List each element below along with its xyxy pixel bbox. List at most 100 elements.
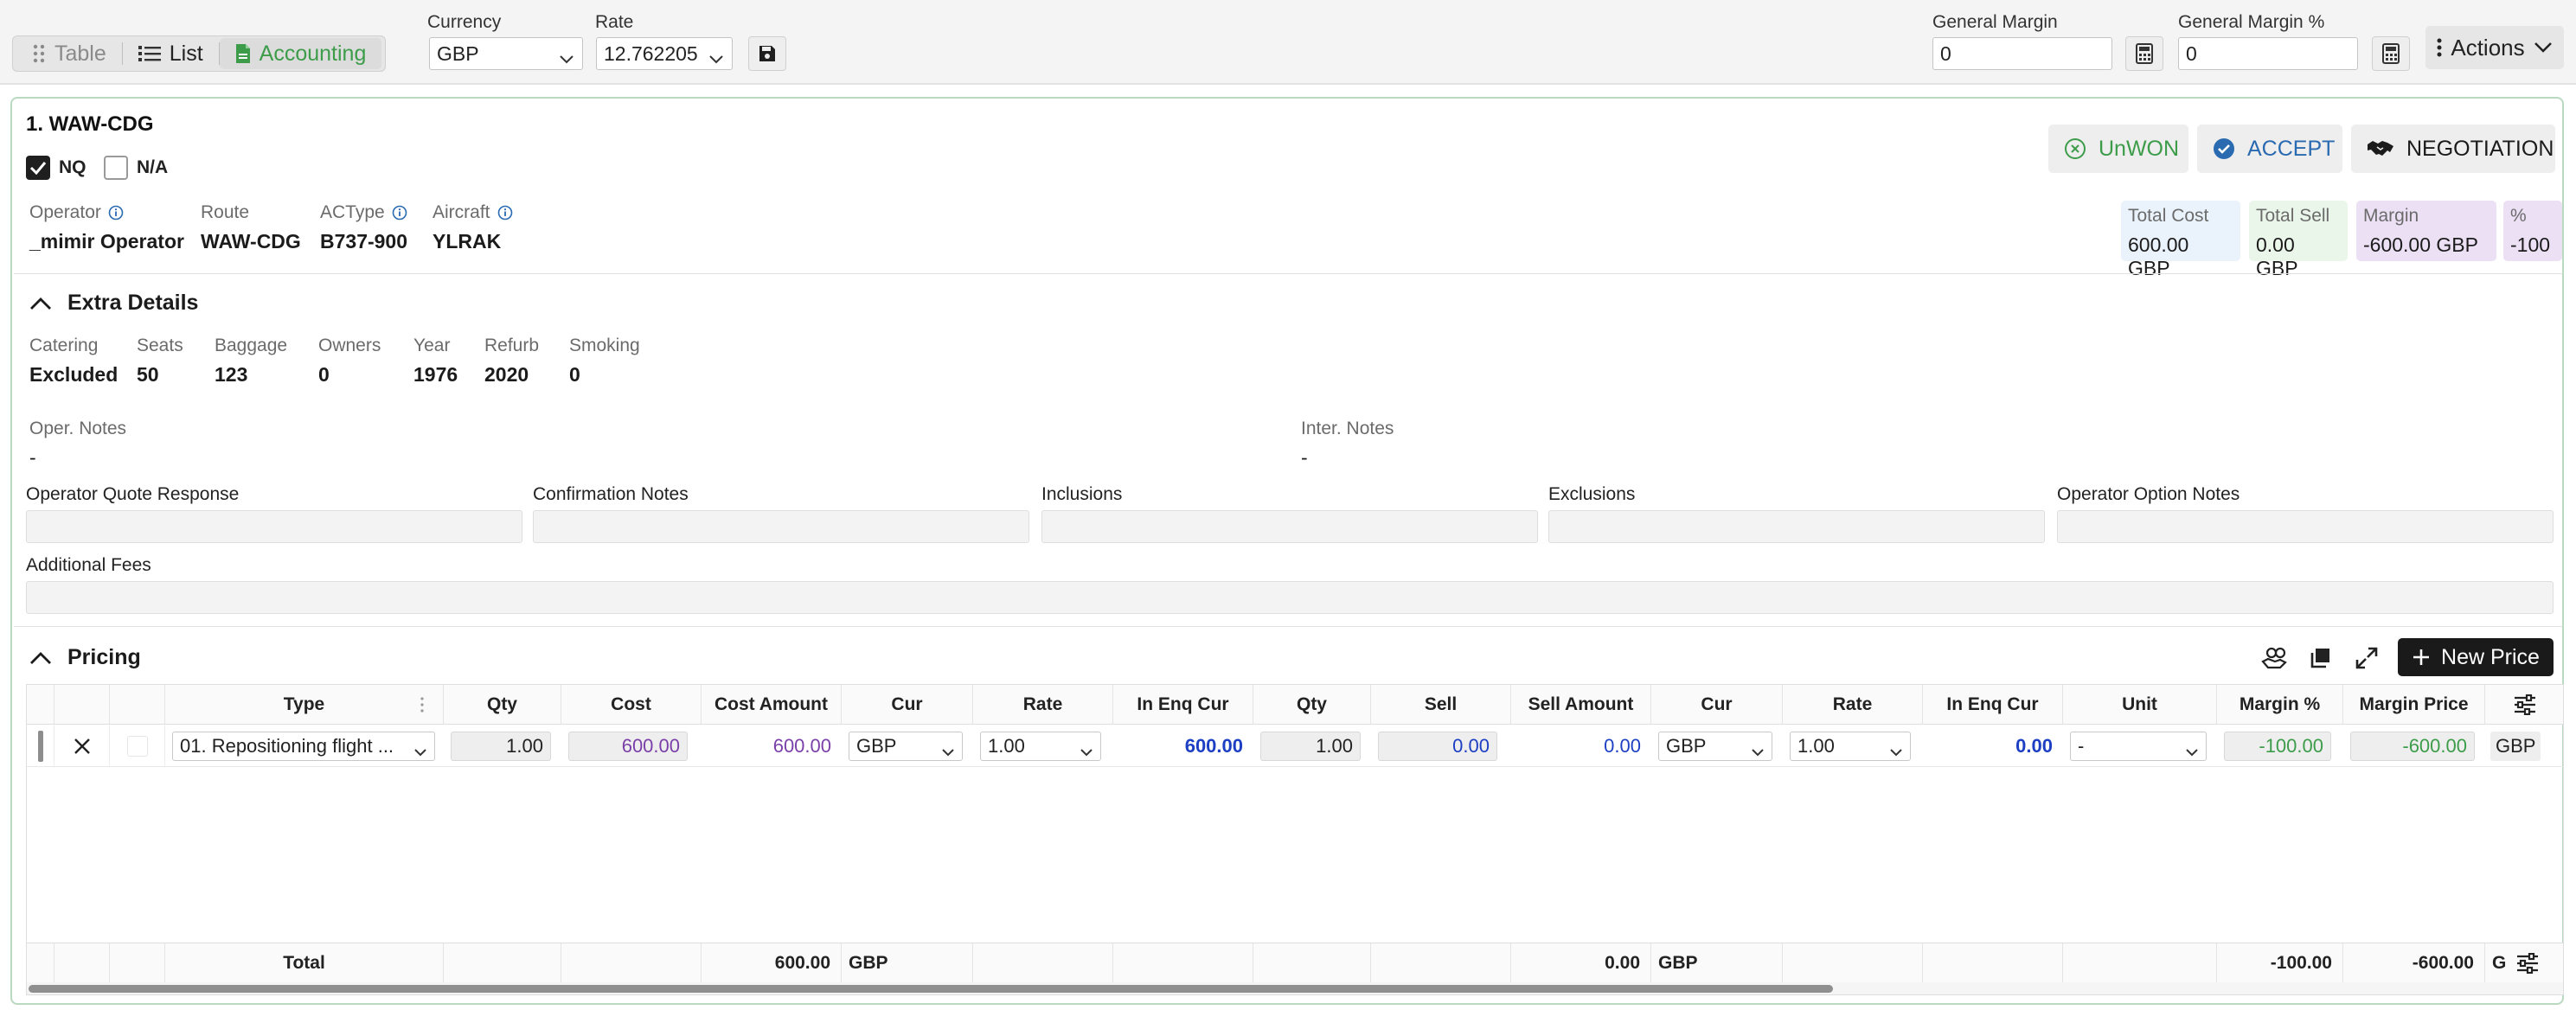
info-icon[interactable] bbox=[108, 205, 124, 221]
column-header-sell[interactable]: Sell bbox=[1371, 685, 1511, 725]
scrollbar-thumb[interactable] bbox=[29, 985, 1833, 993]
operator-label-row: Operator bbox=[29, 202, 184, 223]
row-drag-handle[interactable] bbox=[27, 726, 54, 767]
column-header-rate[interactable]: Rate bbox=[973, 685, 1113, 725]
general-margin-pct-input[interactable]: 0 bbox=[2178, 37, 2358, 70]
nq-checkbox[interactable]: NQ bbox=[26, 156, 87, 180]
copy-icon bbox=[2309, 647, 2331, 669]
view-table-button[interactable]: Table bbox=[16, 38, 122, 69]
actions-menu-button[interactable]: Actions bbox=[2425, 26, 2564, 69]
column-header-sell-cur[interactable]: Cur bbox=[1651, 685, 1783, 725]
info-icon[interactable] bbox=[392, 205, 407, 221]
footer-cell bbox=[110, 943, 165, 983]
view-list-button[interactable]: List bbox=[123, 38, 219, 69]
negotiation-button[interactable]: NEGOTIATION bbox=[2351, 125, 2555, 173]
unwon-button[interactable]: UnWON bbox=[2048, 125, 2188, 173]
column-header-sell-in-enq-cur[interactable]: In Enq Cur bbox=[1923, 685, 2063, 725]
margin-pct-input[interactable]: -100.00 bbox=[2224, 732, 2331, 761]
column-header-cost-amount[interactable]: Cost Amount bbox=[702, 685, 842, 725]
column-header-qty[interactable]: Qty bbox=[444, 685, 561, 725]
unit-select[interactable]: - bbox=[2070, 732, 2207, 761]
sell-qty-input[interactable]: 1.00 bbox=[1260, 732, 1361, 761]
refurb-value: 2020 bbox=[484, 363, 529, 386]
view-accounting-button[interactable]: Accounting bbox=[219, 38, 382, 69]
info-icon[interactable] bbox=[497, 205, 513, 221]
operator-option-notes-input[interactable] bbox=[2057, 510, 2554, 543]
type-select[interactable]: 01. Repositioning flight ... bbox=[172, 732, 435, 761]
catering-value: Excluded bbox=[29, 363, 119, 386]
column-header-sell-qty[interactable]: Qty bbox=[1253, 685, 1371, 725]
column-header-type[interactable]: Type bbox=[165, 685, 444, 725]
chevron-down-icon bbox=[559, 48, 574, 71]
calculate-margin-pct-button[interactable] bbox=[2372, 36, 2410, 71]
pricing-accounting-button[interactable] bbox=[2258, 641, 2292, 675]
currency-select[interactable]: GBP bbox=[429, 37, 583, 70]
column-header-unit[interactable]: Unit bbox=[2063, 685, 2217, 725]
column-header-margin-pct[interactable]: Margin % bbox=[2217, 685, 2343, 725]
pricing-grid: Type Qty Cost Cost Amount Cur Rate In En… bbox=[26, 684, 2564, 995]
check-circle-icon bbox=[2213, 137, 2235, 160]
trailing-currency-cell: GBP bbox=[2490, 726, 2563, 767]
expand-button[interactable] bbox=[2349, 641, 2384, 675]
new-price-label: New Price bbox=[2441, 644, 2540, 669]
drag-handle-icon bbox=[37, 731, 43, 762]
accept-label: ACCEPT bbox=[2247, 136, 2336, 161]
sell-input[interactable]: 0.00 bbox=[1378, 732, 1497, 761]
column-header-cost[interactable]: Cost bbox=[561, 685, 702, 725]
rate-select[interactable]: 12.762205 bbox=[596, 37, 733, 70]
footer-sell-amount: 0.00 bbox=[1511, 943, 1651, 983]
header-cell bbox=[110, 685, 165, 725]
horizontal-scrollbar[interactable] bbox=[27, 982, 2563, 994]
currency-label: Currency bbox=[427, 12, 502, 32]
delete-row-button[interactable] bbox=[54, 726, 110, 767]
save-rate-button[interactable] bbox=[748, 36, 786, 71]
column-menu-icon[interactable] bbox=[420, 697, 424, 713]
exclusions-label: Exclusions bbox=[1548, 484, 1636, 504]
catering-label: Catering bbox=[29, 336, 99, 355]
seats-label: Seats bbox=[137, 336, 183, 355]
column-header-sell-rate[interactable]: Rate bbox=[1783, 685, 1923, 725]
pricing-toggle[interactable]: Pricing bbox=[29, 645, 141, 670]
inclusions-input[interactable] bbox=[1041, 510, 1538, 543]
column-header-sell-amount[interactable]: Sell Amount bbox=[1511, 685, 1651, 725]
sell-rate-select[interactable]: 1.00 bbox=[1790, 732, 1911, 761]
view-toggle: Table List Accounting bbox=[12, 35, 387, 72]
close-circle-icon bbox=[2064, 137, 2086, 160]
na-checkbox[interactable]: N/A bbox=[104, 156, 168, 180]
new-price-button[interactable]: New Price bbox=[2398, 638, 2554, 676]
option-card: 1. WAW-CDG NQ N/A UnWON ACCEPT NEGOTIATI… bbox=[10, 97, 2564, 1005]
seats-value: 50 bbox=[137, 363, 159, 386]
cost-input[interactable]: 600.00 bbox=[568, 732, 688, 761]
additional-fees-input[interactable] bbox=[26, 581, 2554, 614]
general-margin-input[interactable]: 0 bbox=[1932, 37, 2112, 70]
calculate-margin-button[interactable] bbox=[2125, 36, 2163, 71]
footer-sell-currency: GBP bbox=[1651, 943, 1783, 983]
column-header-in-enq-cur[interactable]: In Enq Cur bbox=[1113, 685, 1253, 725]
baggage-value: 123 bbox=[215, 363, 248, 386]
owners-value: 0 bbox=[318, 363, 330, 386]
footer-cell bbox=[973, 943, 1113, 983]
sell-currency-select[interactable]: GBP bbox=[1658, 732, 1772, 761]
margin-price-input[interactable]: -600.00 bbox=[2350, 732, 2475, 761]
operator-quote-response-input[interactable] bbox=[26, 510, 522, 543]
footer-cell bbox=[1783, 943, 1923, 983]
year-value: 1976 bbox=[413, 363, 458, 386]
sliders-icon[interactable] bbox=[2514, 694, 2536, 715]
type-value: 01. Repositioning flight ... bbox=[180, 735, 394, 757]
more-vertical-icon bbox=[2437, 38, 2442, 57]
margin-pct-box: % -100 bbox=[2503, 201, 2562, 261]
sliders-icon[interactable] bbox=[2516, 953, 2539, 974]
na-label: N/A bbox=[137, 157, 169, 177]
seats-field: Seats 50 bbox=[137, 336, 183, 387]
confirmation-notes-input[interactable] bbox=[533, 510, 1029, 543]
column-header-margin-price[interactable]: Margin Price bbox=[2343, 685, 2485, 725]
duplicate-button[interactable] bbox=[2303, 641, 2337, 675]
cost-rate-select[interactable]: 1.00 bbox=[980, 732, 1101, 761]
exclusions-input[interactable] bbox=[1548, 510, 2045, 543]
column-header-cur[interactable]: Cur bbox=[842, 685, 973, 725]
row-select-cell[interactable] bbox=[110, 726, 165, 767]
extra-details-toggle[interactable]: Extra Details bbox=[29, 291, 198, 316]
cost-currency-select[interactable]: GBP bbox=[849, 732, 963, 761]
qty-input[interactable]: 1.00 bbox=[451, 732, 551, 761]
accept-button[interactable]: ACCEPT bbox=[2197, 125, 2342, 173]
